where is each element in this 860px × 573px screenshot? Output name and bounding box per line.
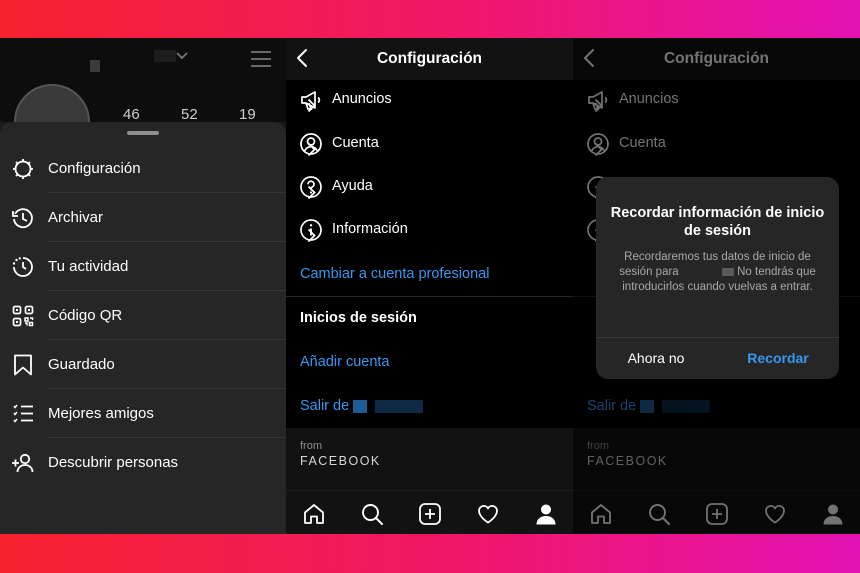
menu-item-descubrir-personas[interactable]: Descubrir personas	[0, 438, 286, 487]
profile-icon[interactable]	[533, 501, 559, 527]
divider	[286, 296, 573, 297]
remember-login-dialog: Recordar información de inicio de sesión…	[596, 177, 839, 379]
menu-item-label: Tu actividad	[48, 258, 129, 275]
hamburger-menu-icon[interactable]	[250, 50, 272, 68]
redacted-username	[353, 399, 368, 413]
bookmark-icon	[10, 352, 36, 378]
dialog-title: Recordar información de inicio de sesión	[610, 205, 825, 239]
activity-heart-icon[interactable]	[475, 501, 501, 527]
menu-item-mejores-amigos[interactable]: Mejores amigos	[0, 389, 286, 438]
posts-count: 46	[123, 106, 140, 123]
not-now-button[interactable]: Ahora no	[606, 350, 706, 366]
settings-header: Configuración	[573, 38, 860, 80]
menu-item-configuracion[interactable]: Configuración	[0, 144, 286, 193]
qr-code-icon	[10, 303, 36, 329]
redacted-username	[721, 267, 734, 276]
search-icon[interactable]	[359, 501, 385, 527]
chevron-right-icon	[585, 136, 611, 162]
from-label: from	[300, 440, 322, 452]
bottom-tab-bar	[573, 490, 860, 534]
chevron-right-icon	[298, 179, 324, 205]
profile-icon[interactable]	[820, 501, 846, 527]
settings-row-label: Cuenta	[332, 135, 379, 151]
bottom-color-band	[0, 534, 860, 573]
home-icon[interactable]	[588, 501, 614, 527]
menu-item-label: Código QR	[48, 307, 123, 324]
menu-item-codigo-qr[interactable]: Código QR	[0, 291, 286, 340]
redacted-username	[640, 399, 655, 413]
chevron-right-icon	[585, 92, 611, 118]
remember-button[interactable]: Recordar	[726, 350, 830, 366]
bottom-tab-bar	[286, 490, 573, 534]
settings-row-label: Cuenta	[619, 135, 666, 151]
logout-label: Salir de	[587, 398, 637, 414]
menu-item-label: Descubrir personas	[48, 454, 179, 471]
menu-item-archivar[interactable]: Archivar	[0, 193, 286, 242]
activity-icon	[10, 254, 36, 280]
new-post-icon[interactable]	[417, 501, 443, 527]
archive-clock-icon	[10, 205, 36, 231]
chevron-right-icon	[298, 92, 324, 118]
redacted-username	[662, 399, 711, 413]
settings-row-cuenta[interactable]: Cuenta	[573, 123, 860, 166]
menu-item-tu-actividad[interactable]: Tu actividad	[0, 242, 286, 291]
menu-item-guardado[interactable]: Guardado	[0, 340, 286, 389]
search-icon[interactable]	[646, 501, 672, 527]
settings-row-label: Anuncios	[619, 91, 679, 107]
settings-row-informacion[interactable]: Información	[286, 209, 573, 252]
chevron-down-icon[interactable]	[176, 52, 188, 60]
dialog-body: Recordaremos tus datos de inicio de sesi…	[608, 250, 827, 295]
home-icon[interactable]	[301, 501, 327, 527]
settings-row-label: Anuncios	[332, 91, 392, 107]
menu-item-label: Archivar	[48, 209, 104, 226]
menu-item-label: Configuración	[48, 160, 141, 177]
logout-label: Salir de	[300, 398, 350, 414]
add-account-link[interactable]: Añadir cuenta	[300, 354, 389, 370]
menu-sheet: Configuración Archivar Tu actividad Códi…	[0, 122, 286, 534]
settings-row-anuncios[interactable]: Anuncios	[573, 79, 860, 122]
settings-row-label: Ayuda	[332, 178, 373, 194]
chevron-right-icon	[298, 222, 324, 248]
profile-menu-screen: 46 52 19 Configuración Archivar Tu activ…	[0, 38, 286, 534]
settings-row-label: Información	[332, 221, 408, 237]
redacted-username-2	[154, 50, 176, 62]
menu-item-label: Mejores amigos	[48, 405, 154, 422]
activity-heart-icon[interactable]	[762, 501, 788, 527]
page-title: Configuración	[376, 50, 483, 67]
close-friends-list-icon	[10, 401, 36, 427]
dialog-divider	[596, 337, 839, 338]
following-count: 19	[239, 106, 256, 123]
top-color-band	[0, 0, 860, 38]
from-label: from	[587, 440, 609, 452]
settings-gear-icon	[10, 156, 36, 182]
switch-to-professional-link[interactable]: Cambiar a cuenta profesional	[300, 266, 489, 282]
redacted-username	[90, 60, 100, 72]
facebook-brand: FACEBOOK	[300, 454, 381, 468]
chevron-right-icon	[298, 136, 324, 162]
settings-row-ayuda[interactable]: Ayuda	[286, 166, 573, 209]
settings-row-cuenta[interactable]: Cuenta	[286, 123, 573, 166]
logout-link[interactable]: Salir de	[587, 398, 711, 414]
remember-login-screen: Configuración Anuncios Cuenta Salir de f…	[573, 38, 860, 534]
settings-screen: Configuración Anuncios Cuenta Ayuda Info…	[286, 38, 573, 534]
logout-link[interactable]: Salir de	[300, 398, 424, 414]
followers-count: 52	[181, 106, 198, 123]
settings-row-anuncios[interactable]: Anuncios	[286, 79, 573, 122]
logins-section-header: Inicios de sesión	[300, 310, 417, 326]
page-title: Configuración	[663, 50, 770, 67]
new-post-icon[interactable]	[704, 501, 730, 527]
menu-item-label: Guardado	[48, 356, 115, 373]
sheet-drag-handle[interactable]	[127, 131, 159, 135]
add-person-icon	[10, 450, 36, 476]
settings-header: Configuración	[286, 38, 573, 80]
redacted-username	[375, 399, 424, 413]
facebook-brand: FACEBOOK	[587, 454, 668, 468]
